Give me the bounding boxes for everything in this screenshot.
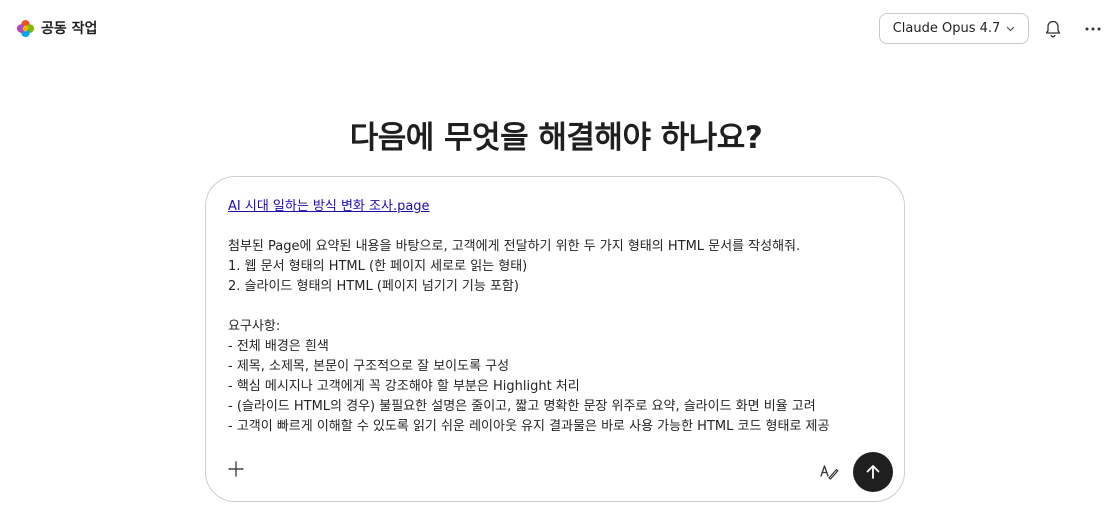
prompt-line: - 전체 배경은 흰색 (228, 339, 329, 354)
text-format-pen-icon[interactable] (819, 461, 839, 481)
prompt-line: 첨부된 Page에 요약된 내용을 바탕으로, 고객에게 전달하기 위한 두 가… (228, 239, 801, 254)
prompt-composer[interactable]: AI 시대 일하는 방식 변화 조사.page 첨부된 Page에 요약된 내용… (205, 176, 905, 502)
model-selector-button[interactable]: Claude Opus 4.7 (879, 13, 1029, 44)
page-headline: 다음에 무엇을 해결해야 하나요? (349, 120, 763, 156)
model-selector-label: Claude Opus 4.7 (892, 21, 1001, 36)
send-button[interactable] (853, 452, 893, 492)
prompt-text-area[interactable]: AI 시대 일하는 방식 변화 조사.page 첨부된 Page에 요약된 내용… (228, 197, 878, 437)
attachment-link[interactable]: AI 시대 일하는 방식 변화 조사.page (228, 199, 430, 214)
arrow-up-icon (866, 465, 880, 479)
app-brand: 공동 작업 (16, 18, 97, 38)
prompt-line: - 고객이 빠르게 이해할 수 있도록 읽기 쉬운 레이아웃 유지 결과물은 바… (228, 419, 830, 434)
chevron-down-icon (1006, 26, 1015, 31)
plus-icon[interactable] (227, 460, 245, 478)
prompt-line (228, 297, 878, 317)
bell-icon[interactable] (1043, 19, 1063, 39)
app-title: 공동 작업 (41, 21, 98, 37)
prompt-line: - 핵심 메시지나 고객에게 꼭 강조해야 할 부분은 Highlight 처리 (228, 379, 580, 394)
more-horizontal-icon[interactable] (1083, 19, 1103, 39)
prompt-line: 2. 슬라이드 형태의 HTML (페이지 넘기기 기능 포함) (228, 279, 519, 294)
prompt-line: - 제목, 소제목, 본문이 구조적으로 잘 보이도록 구성 (228, 359, 510, 374)
colorful-flower-logo-icon (16, 19, 35, 37)
prompt-line: - (슬라이드 HTML의 경우) 불필요한 설명은 줄이고, 짧고 명확한 문… (228, 399, 816, 414)
top-bar: 공동 작업 Claude Opus 4.7 (0, 0, 1112, 58)
prompt-line: 요구사항: (228, 319, 281, 334)
prompt-line: 1. 웹 문서 형태의 HTML (한 페이지 세로로 읽는 형태) (228, 259, 528, 274)
